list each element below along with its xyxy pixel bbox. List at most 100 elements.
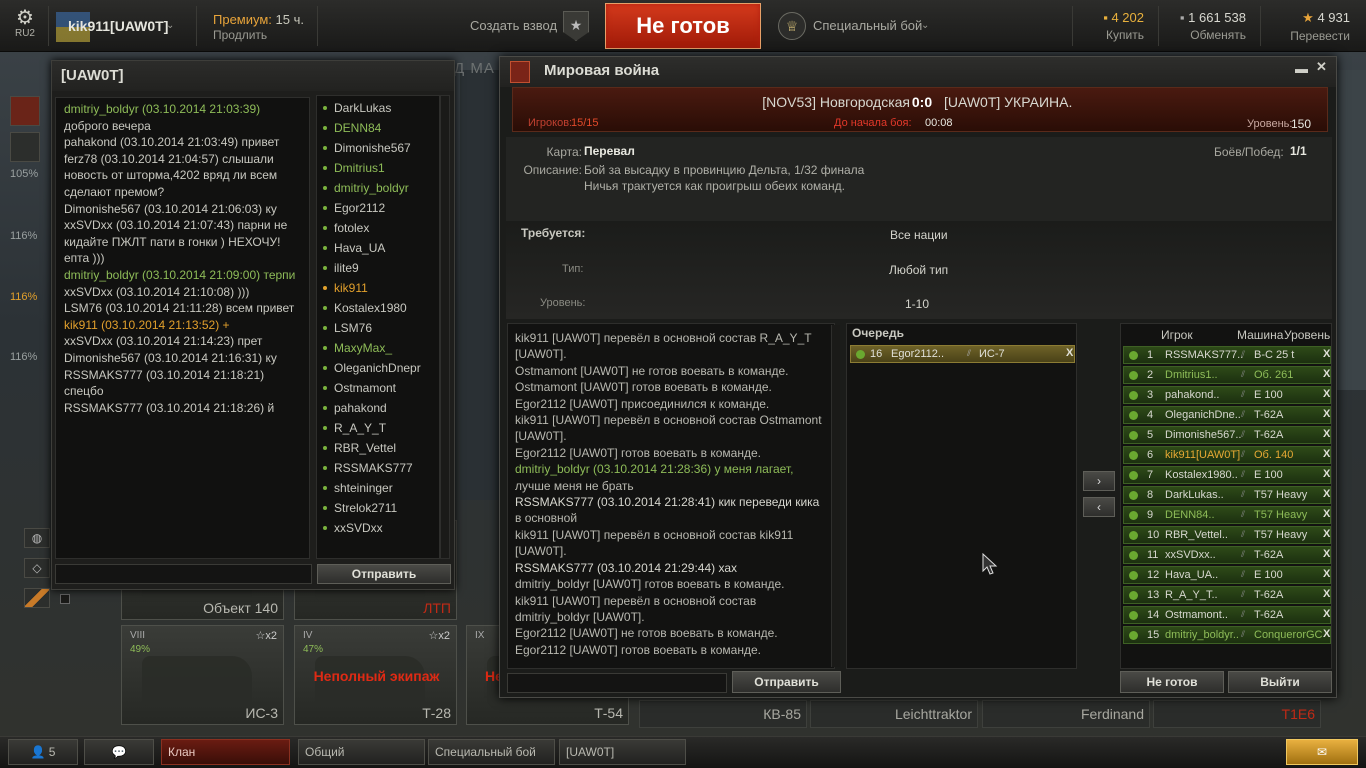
battle-header[interactable]: Мировая война ▬ ✕ — [500, 57, 1336, 87]
log-scrollbar[interactable] — [831, 325, 840, 667]
chevron-down-icon[interactable]: ⌄ — [166, 20, 174, 31]
exit-button[interactable]: Выйти — [1228, 671, 1332, 693]
roster-row[interactable]: 12 Hava_UA.. ⫽ E 100 X — [1123, 566, 1331, 584]
roster-row[interactable]: 1 RSSMAKS777.. ⫽ В-С 25 t X — [1123, 346, 1331, 364]
roster-row[interactable]: 3 pahakond.. ⫽ E 100 X — [1123, 386, 1331, 404]
gold-balance[interactable]: ▪ 4 202 Купить — [1084, 10, 1144, 42]
remove-button[interactable]: X — [1323, 428, 1330, 440]
remove-button[interactable]: X — [1323, 388, 1330, 400]
not-ready-button[interactable]: Не готов — [605, 3, 761, 49]
chat-member[interactable]: kik911 — [317, 278, 439, 298]
filter-icon[interactable]: ◇ — [24, 558, 50, 578]
remove-button[interactable]: X — [1323, 488, 1330, 500]
roster-row[interactable]: 6 kik911[UAW0T] ⫽ Об. 140 X — [1123, 446, 1331, 464]
exchange-link[interactable]: Обменять — [1168, 28, 1246, 42]
remove-button[interactable]: X — [1323, 408, 1330, 420]
move-right-button[interactable]: › — [1083, 471, 1115, 491]
channel-tab-clan[interactable]: Клан — [161, 739, 290, 765]
chat-member[interactable]: fotolex — [317, 218, 439, 238]
chat-member[interactable]: Kostalex1980 — [317, 298, 439, 318]
chat-member[interactable]: shteininger — [317, 478, 439, 498]
remove-button[interactable]: X — [1323, 368, 1330, 380]
queue-row[interactable]: 16 Egor2112.. ⫽ ИС-7 X — [850, 345, 1075, 363]
roster-row[interactable]: 5 Dimonishe567.. ⫽ T-62A X — [1123, 426, 1331, 444]
free-exp-balance[interactable]: ★ 4 931 Перевести — [1272, 10, 1350, 43]
chat-member[interactable]: Dmitrius1 — [317, 158, 439, 178]
move-left-button[interactable]: ‹ — [1083, 497, 1115, 517]
settings-button[interactable]: ⚙ RU2 — [8, 8, 42, 46]
tank-card[interactable]: КВ-85 — [639, 700, 807, 728]
chat-member[interactable]: MaxyMax_ — [317, 338, 439, 358]
remove-button[interactable]: X — [1323, 608, 1330, 620]
remove-button[interactable]: X — [1323, 468, 1330, 480]
send-button[interactable]: Отправить — [732, 671, 841, 693]
remove-button[interactable]: X — [1323, 508, 1330, 520]
contacts-button[interactable]: 👤 5 — [8, 739, 78, 765]
people-icon[interactable] — [10, 132, 40, 162]
battle-chat-input[interactable] — [507, 673, 727, 693]
roster-row[interactable]: 15 dmitriy_boldyr.. ⫽ ConquerorGC X — [1123, 626, 1331, 644]
checkbox[interactable] — [60, 594, 70, 604]
chat-member[interactable]: dmitriy_boldyr — [317, 178, 439, 198]
not-ready-button[interactable]: Не готов — [1120, 671, 1224, 693]
chat-member[interactable]: Dimonishe567 — [317, 138, 439, 158]
tank-card[interactable]: Ferdinand — [982, 700, 1150, 728]
credits-balance[interactable]: ▪ 1 661 538 Обменять — [1168, 10, 1246, 42]
minimize-button[interactable]: ▬ — [1295, 61, 1308, 76]
chat-member[interactable]: Ostmamont — [317, 378, 439, 398]
chat-header[interactable]: [UAW0T] — [52, 61, 454, 91]
create-platoon-button[interactable]: Создать взвод — [470, 18, 557, 33]
chat-member[interactable]: pahakond — [317, 398, 439, 418]
remove-button[interactable]: X — [1066, 347, 1073, 359]
channel-tab-uawot[interactable]: [UAW0T] — [559, 739, 686, 765]
remove-button[interactable]: X — [1323, 548, 1330, 560]
roster-row[interactable]: 2 Dmitrius1.. ⫽ Об. 261 X — [1123, 366, 1331, 384]
members-scrollbar[interactable] — [440, 95, 450, 559]
tank-card[interactable]: Leichttraktor — [810, 700, 978, 728]
chat-input[interactable] — [55, 564, 312, 584]
roster-row[interactable]: 14 Ostmamont.. ⫽ T-62A X — [1123, 606, 1331, 624]
roster-row[interactable]: 8 DarkLukas.. ⫽ T57 Heavy X — [1123, 486, 1331, 504]
channel-tab-common[interactable]: Общий — [298, 739, 425, 765]
send-button[interactable]: Отправить — [317, 564, 451, 584]
player-name[interactable]: kik911[UAW0T] — [68, 18, 168, 34]
chat-member[interactable]: Hava_UA — [317, 238, 439, 258]
globe-icon[interactable]: ◍ — [24, 528, 50, 548]
buy-gold-link[interactable]: Купить — [1084, 28, 1144, 42]
roster-row[interactable]: 9 DENN84.. ⫽ T57 Heavy X — [1123, 506, 1331, 524]
tank-card[interactable]: VIII 49% ☆x2 ИС-3 — [121, 625, 284, 725]
roster-row[interactable]: 11 xxSVDxx.. ⫽ T-62A X — [1123, 546, 1331, 564]
chat-member[interactable]: RSSMAKS777 — [317, 458, 439, 478]
shell-icon[interactable] — [24, 588, 50, 608]
clan-icon[interactable] — [10, 96, 40, 126]
convert-exp-link[interactable]: Перевести — [1272, 29, 1350, 43]
remove-button[interactable]: X — [1323, 528, 1330, 540]
remove-button[interactable]: X — [1323, 448, 1330, 460]
close-icon[interactable]: ✕ — [1316, 59, 1327, 75]
tank-card[interactable]: T1E6 — [1153, 700, 1321, 728]
star-icon[interactable]: ★ — [563, 11, 589, 41]
chat-member[interactable]: xxSVDxx — [317, 518, 439, 538]
roster-row[interactable]: 7 Kostalex1980.. ⫽ E 100 X — [1123, 466, 1331, 484]
notifications-button[interactable]: ✉ — [1286, 739, 1358, 765]
remove-button[interactable]: X — [1323, 568, 1330, 580]
roster-row[interactable]: 10 RBR_Vettel.. ⫽ T57 Heavy X — [1123, 526, 1331, 544]
remove-button[interactable]: X — [1323, 628, 1330, 640]
chat-member[interactable]: ilite9 — [317, 258, 439, 278]
chat-member[interactable]: R_A_Y_T — [317, 418, 439, 438]
chat-member[interactable]: DENN84 — [317, 118, 439, 138]
tank-card[interactable]: IV 47% ☆x2 Неполный экипаж Т-28 — [294, 625, 457, 725]
chat-member[interactable]: Strelok2711 — [317, 498, 439, 518]
chat-member[interactable]: RBR_Vettel — [317, 438, 439, 458]
battle-mode-select[interactable]: Специальный бой — [813, 18, 922, 33]
chat-member[interactable]: LSM76 — [317, 318, 439, 338]
roster-row[interactable]: 13 R_A_Y_T.. ⫽ T-62A X — [1123, 586, 1331, 604]
chat-member[interactable]: OleganichDnepr — [317, 358, 439, 378]
chat-member[interactable]: DarkLukas — [317, 98, 439, 118]
roster-row[interactable]: 4 OleganichDne.. ⫽ T-62A X — [1123, 406, 1331, 424]
extend-premium-link[interactable]: Продлить — [213, 28, 267, 42]
channels-button[interactable]: 💬 — [84, 739, 154, 765]
channel-tab-special[interactable]: Специальный бой — [428, 739, 555, 765]
chat-member[interactable]: Egor2112 — [317, 198, 439, 218]
chevron-down-icon[interactable]: ⌄ — [921, 20, 929, 31]
